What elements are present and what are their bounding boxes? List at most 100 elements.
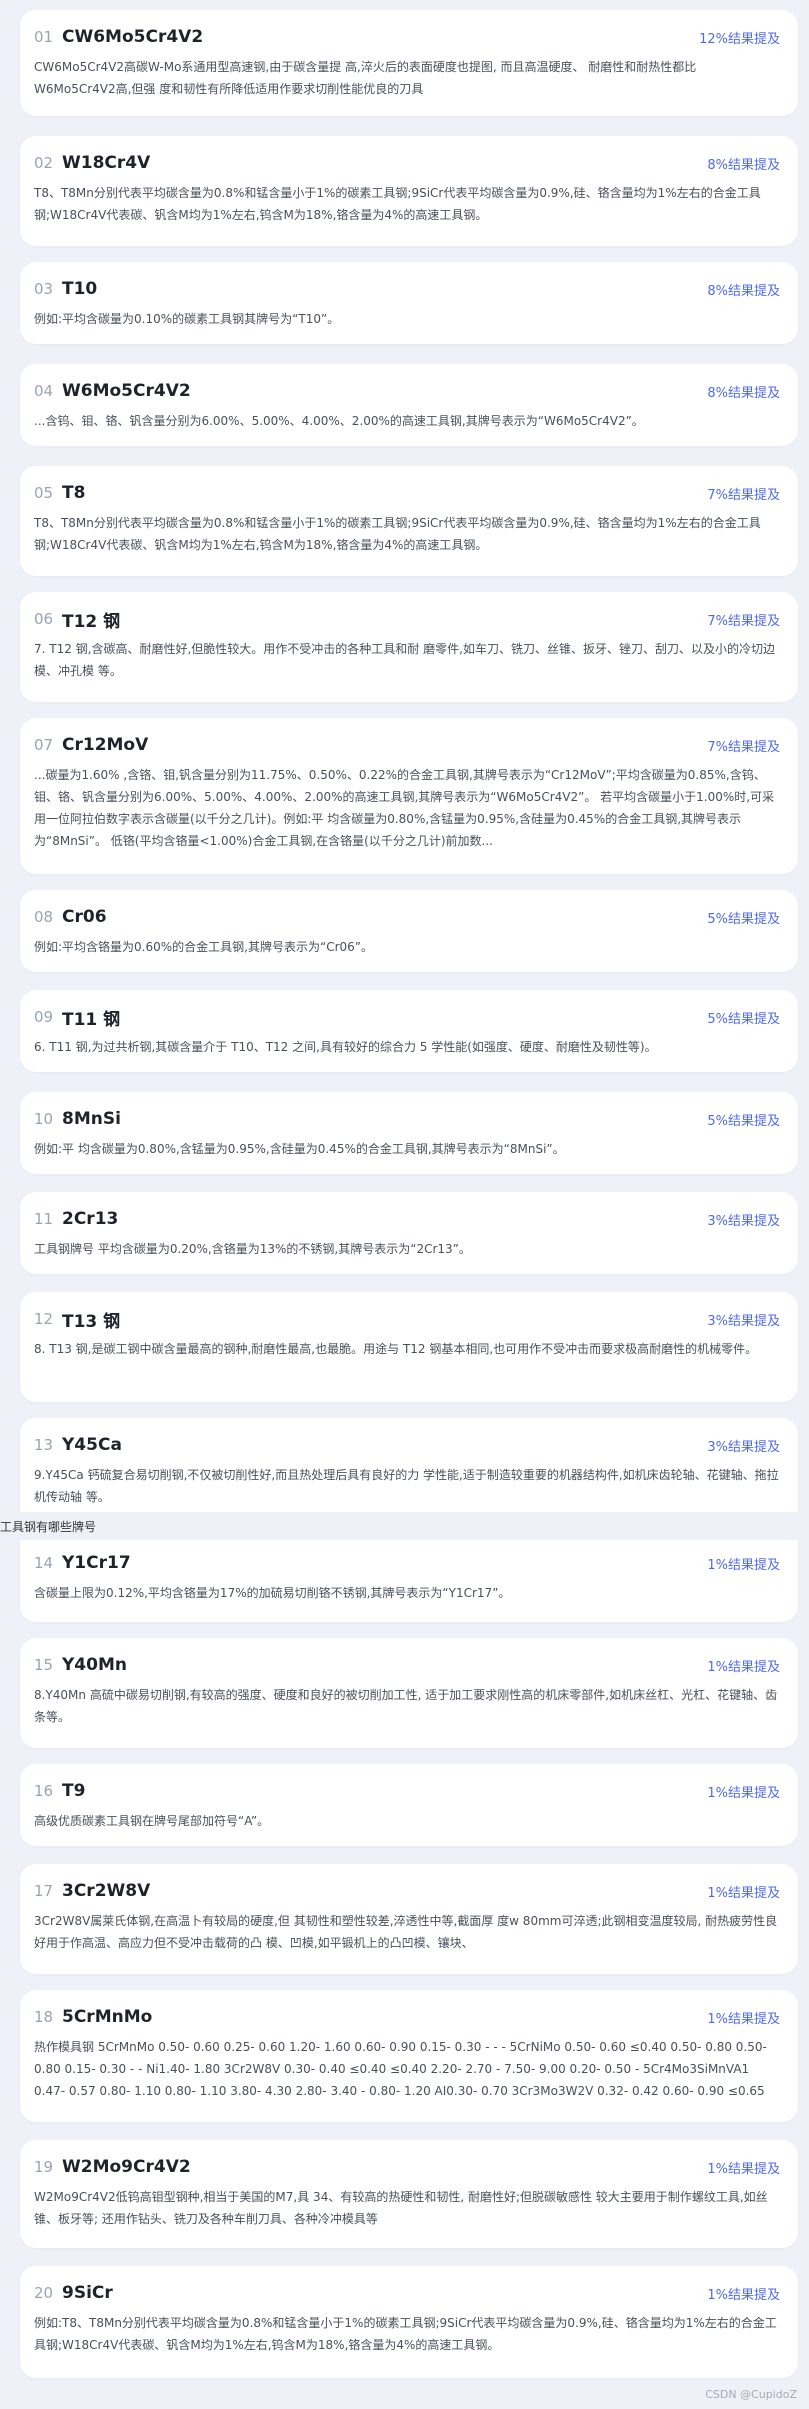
result-description: 例如:T8、T8Mn分别代表平均碳含量为0.8%和锰含量小于1%的碳素工具钢;9… xyxy=(34,2316,777,2352)
rank-number: 07 xyxy=(34,736,54,754)
rank-number: 16 xyxy=(34,1782,54,1800)
result-description: 例如:平 均含碳量为0.80%,含锰量为0.95%,含硅量为0.45%的合金工具… xyxy=(34,1142,565,1156)
keyword-title[interactable]: T9 xyxy=(62,1781,707,1801)
keyword-title[interactable]: T12 钢 xyxy=(62,607,707,632)
result-card[interactable]: 13 Y45Ca 3%结果提及 9.Y45Ca 钙硫复合易切削钢,不仅被切削性好,而… xyxy=(20,1418,798,1512)
result-card[interactable]: 20 9SiCr 1%结果提及 例如:T8、T8Mn分别代表平均碳含量为0.8%和锰… xyxy=(20,2266,798,2378)
keyword-title[interactable]: 5CrMnMo xyxy=(62,2007,707,2027)
result-card[interactable]: 06 T12 钢 7%结果提及 7. T12 钢,含碳高、耐磨性好,但脆性较大。用作… xyxy=(20,592,798,702)
mention-percent: 1%结果提及 xyxy=(707,1885,780,1901)
keyword-title[interactable]: T11 钢 xyxy=(62,1005,707,1030)
result-description: 含碳量上限为0.12%,平均含铬量为17%的加硫易切削铬不锈钢,其牌号表示为“Y… xyxy=(34,1586,511,1600)
result-description: 热作模具钢 5CrMnMo 0.50- 0.60 0.25- 0.60 1.20… xyxy=(34,2040,767,2098)
result-card[interactable]: 17 3Cr2W8V 1%结果提及 3Cr2W8V属莱氏体钢,在高温卜有较局的硬度,… xyxy=(20,1864,798,1974)
mention-percent: 1%结果提及 xyxy=(707,1659,780,1675)
keyword-title[interactable]: T13 钢 xyxy=(62,1307,707,1332)
result-card[interactable]: 08 Cr06 5%结果提及 例如:平均含铬量为0.60%的合金工具钢,其牌号表示为… xyxy=(20,890,798,972)
section-label: 工具钢有哪些牌号 xyxy=(0,1519,97,1534)
result-description: T8、T8Mn分别代表平均碳含量为0.8%和锰含量小于1%的碳素工具钢;9SiC… xyxy=(34,186,761,222)
rank-number: 11 xyxy=(34,1210,54,1228)
result-description: ...碳量为1.60% ,含铬、钼,钒含量分别为11.75%、0.50%、0.2… xyxy=(34,768,775,848)
keyword-title[interactable]: Cr12MoV xyxy=(62,735,707,755)
keyword-title[interactable]: 9SiCr xyxy=(62,2283,707,2303)
section-header: 工具钢有哪些牌号 xyxy=(0,1512,809,1540)
mention-percent: 1%结果提及 xyxy=(707,1557,780,1573)
rank-number: 04 xyxy=(34,382,54,400)
result-description: 7. T12 钢,含碳高、耐磨性好,但脆性较大。用作不受冲击的各种工具和耐 磨零… xyxy=(34,642,775,678)
result-description: 例如:平均含铬量为0.60%的合金工具钢,其牌号表示为“Cr06”。 xyxy=(34,940,373,954)
rank-number: 03 xyxy=(34,280,54,298)
result-card[interactable]: 04 W6Mo5Cr4V2 8%结果提及 ...含钨、钼、铬、钒含量分别为6.00%… xyxy=(20,364,798,446)
result-card[interactable]: 03 T10 8%结果提及 例如:平均含碳量为0.10%的碳素工具钢其牌号为“T10… xyxy=(20,262,798,344)
rank-number: 12 xyxy=(34,1310,54,1328)
rank-number: 15 xyxy=(34,1656,54,1674)
mention-percent: 1%结果提及 xyxy=(707,2161,780,2177)
keyword-title[interactable]: W2Mo9Cr4V2 xyxy=(62,2157,707,2177)
result-card[interactable]: 02 W18Cr4V 8%结果提及 T8、T8Mn分别代表平均碳含量为0.8%和锰含… xyxy=(20,136,798,246)
rank-number: 19 xyxy=(34,2158,54,2176)
keyword-title[interactable]: Y40Mn xyxy=(62,1655,707,1675)
rank-number: 06 xyxy=(34,610,54,628)
result-description: T8、T8Mn分别代表平均碳含量为0.8%和锰含量小于1%的碳素工具钢;9SiC… xyxy=(34,516,761,552)
watermark: CSDN @CupidoZ xyxy=(705,2388,797,2401)
result-card[interactable]: 16 T9 1%结果提及 高级优质碳素工具钢在牌号尾部加符号“A”。 xyxy=(20,1764,798,1846)
keyword-title[interactable]: W18Cr4V xyxy=(62,153,707,173)
result-description: 高级优质碳素工具钢在牌号尾部加符号“A”。 xyxy=(34,1814,270,1828)
result-card[interactable]: 09 T11 钢 5%结果提及 6. T11 钢,为过共析钢,其碳含量介于 T10、… xyxy=(20,990,798,1072)
mention-percent: 7%结果提及 xyxy=(707,739,780,755)
rank-number: 10 xyxy=(34,1110,54,1128)
keyword-title[interactable]: 2Cr13 xyxy=(62,1209,707,1229)
keyword-title[interactable]: 3Cr2W8V xyxy=(62,1881,707,1901)
rank-number: 13 xyxy=(34,1436,54,1454)
mention-percent: 7%结果提及 xyxy=(707,487,780,503)
mention-percent: 5%结果提及 xyxy=(707,1113,780,1129)
keyword-title[interactable]: 8MnSi xyxy=(62,1109,707,1129)
result-card[interactable]: 10 8MnSi 5%结果提及 例如:平 均含碳量为0.80%,含锰量为0.95%,… xyxy=(20,1092,798,1174)
mention-percent: 3%结果提及 xyxy=(707,1439,780,1455)
rank-number: 09 xyxy=(34,1008,54,1026)
rank-number: 02 xyxy=(34,154,54,172)
result-description: W2Mo9Cr4V2低钨高钼型钢种,相当于美国的M7,具 34、有较高的热硬性和… xyxy=(34,2190,768,2226)
mention-percent: 5%结果提及 xyxy=(707,911,780,927)
result-card[interactable]: 18 5CrMnMo 1%结果提及 热作模具钢 5CrMnMo 0.50- 0.60… xyxy=(20,1990,798,2122)
keyword-title[interactable]: T10 xyxy=(62,279,707,299)
rank-number: 18 xyxy=(34,2008,54,2026)
keyword-title[interactable]: T8 xyxy=(62,483,707,503)
result-description: 6. T11 钢,为过共析钢,其碳含量介于 T10、T12 之间,具有较好的综合… xyxy=(34,1040,657,1054)
result-description: 8. T13 钢,是碳工钢中碳含量最高的钢种,耐磨性最高,也最脆。用途与 T12… xyxy=(34,1342,758,1356)
result-card[interactable]: 05 T8 7%结果提及 T8、T8Mn分别代表平均碳含量为0.8%和锰含量小于1%… xyxy=(20,466,798,576)
result-card[interactable]: 14 Y1Cr17 1%结果提及 含碳量上限为0.12%,平均含铬量为17%的加硫易… xyxy=(20,1540,798,1622)
mention-percent: 8%结果提及 xyxy=(707,157,780,173)
result-description: 9.Y45Ca 钙硫复合易切削钢,不仅被切削性好,而且热处理后具有良好的力 学性… xyxy=(34,1468,779,1504)
mention-percent: 1%结果提及 xyxy=(707,2011,780,2027)
keyword-title[interactable]: Y45Ca xyxy=(62,1435,707,1455)
result-description: 例如:平均含碳量为0.10%的碳素工具钢其牌号为“T10”。 xyxy=(34,312,340,326)
result-card[interactable]: 11 2Cr13 3%结果提及 工具钢牌号 平均含碳量为0.20%,含铬量为13%的… xyxy=(20,1192,798,1274)
result-description: 8.Y40Mn 高硫中碳易切削钢,有较高的强度、硬度和良好的被切削加工性, 适于… xyxy=(34,1688,778,1724)
result-card[interactable]: 19 W2Mo9Cr4V2 1%结果提及 W2Mo9Cr4V2低钨高钼型钢种,相当于… xyxy=(20,2140,798,2248)
result-card[interactable]: 01 CW6Mo5Cr4V2 12%结果提及 CW6Mo5Cr4V2高碳W-Mo系通… xyxy=(20,10,798,116)
result-card[interactable]: 15 Y40Mn 1%结果提及 8.Y40Mn 高硫中碳易切削钢,有较高的强度、硬度… xyxy=(20,1638,798,1748)
rank-number: 14 xyxy=(34,1554,54,1572)
keyword-title[interactable]: CW6Mo5Cr4V2 xyxy=(62,27,699,47)
mention-percent: 8%结果提及 xyxy=(707,283,780,299)
mention-percent: 12%结果提及 xyxy=(699,31,780,47)
mention-percent: 1%结果提及 xyxy=(707,2287,780,2303)
result-description: 工具钢牌号 平均含碳量为0.20%,含铬量为13%的不锈钢,其牌号表示为“2Cr… xyxy=(34,1242,471,1256)
mention-percent: 5%结果提及 xyxy=(707,1011,780,1027)
result-description: ...含钨、钼、铬、钒含量分别为6.00%、5.00%、4.00%、2.00%的… xyxy=(34,414,644,428)
rank-number: 05 xyxy=(34,484,54,502)
keyword-title[interactable]: W6Mo5Cr4V2 xyxy=(62,381,707,401)
keyword-title[interactable]: Y1Cr17 xyxy=(62,1553,707,1573)
result-description: CW6Mo5Cr4V2高碳W-Mo系通用型高速钢,由于碳含量提 高,淬火后的表面… xyxy=(34,60,697,96)
mention-percent: 7%结果提及 xyxy=(707,613,780,629)
mention-percent: 8%结果提及 xyxy=(707,385,780,401)
rank-number: 01 xyxy=(34,28,54,46)
rank-number: 17 xyxy=(34,1882,54,1900)
result-description: 3Cr2W8V属莱氏体钢,在高温卜有较局的硬度,但 其韧性和塑性较差,淬透性中等… xyxy=(34,1914,778,1950)
mention-percent: 1%结果提及 xyxy=(707,1785,780,1801)
keyword-title[interactable]: Cr06 xyxy=(62,907,707,927)
result-card[interactable]: 12 T13 钢 3%结果提及 8. T13 钢,是碳工钢中碳含量最高的钢种,耐磨性… xyxy=(20,1292,798,1402)
mention-percent: 3%结果提及 xyxy=(707,1313,780,1329)
result-card[interactable]: 07 Cr12MoV 7%结果提及 ...碳量为1.60% ,含铬、钼,钒含量分别为… xyxy=(20,718,798,874)
